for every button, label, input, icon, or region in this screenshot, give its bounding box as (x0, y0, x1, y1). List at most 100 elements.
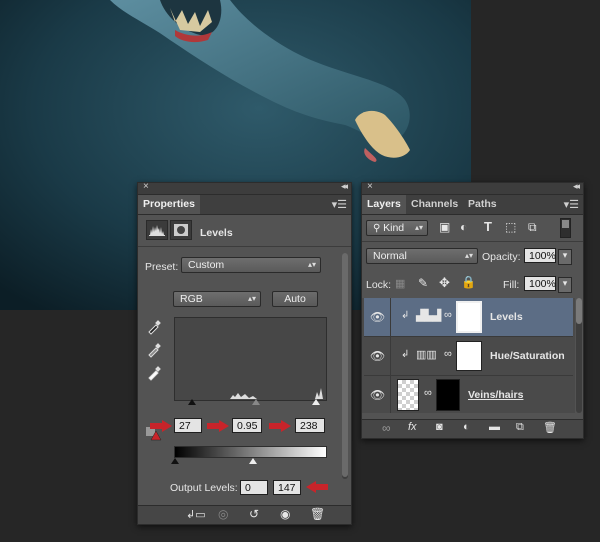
lock-all-icon[interactable]: 🔒 (461, 275, 476, 289)
new-layer-icon[interactable]: ⧉ (516, 421, 524, 434)
shadow-slider-handle[interactable] (188, 399, 196, 405)
adjustment-title: Levels (200, 227, 233, 239)
input-midtone-field[interactable]: 0.95 (232, 418, 262, 433)
layer-row-levels[interactable]: 👁 ↲ ▟▙▟ ∞ Levels (364, 298, 573, 337)
fx-icon[interactable]: fx (408, 421, 417, 433)
smartobject-filter-icon[interactable]: ⧉ (528, 220, 537, 235)
lock-transparency-icon[interactable]: ▦ (395, 277, 405, 290)
fill-field[interactable]: 100% (524, 276, 556, 291)
tab-paths[interactable]: Paths (463, 195, 502, 214)
group-folder-icon[interactable]: ▬ (489, 421, 500, 433)
output-white-field[interactable]: 147 (273, 480, 301, 495)
updown-arrow-icon: ▴▾ (307, 260, 316, 269)
layer-thumbnail[interactable] (397, 379, 419, 411)
scrollbar-thumb[interactable] (342, 253, 348, 477)
tab-layers[interactable]: Layers (362, 195, 406, 214)
collapse-icon[interactable]: ◂◂ (341, 181, 348, 192)
scrollbar-thumb[interactable] (576, 298, 582, 324)
input-highlight-field[interactable]: 238 (295, 418, 325, 433)
opacity-field[interactable]: 100% (524, 248, 556, 263)
output-white-handle[interactable] (249, 458, 257, 464)
divider (138, 246, 351, 247)
arrow-pointer-icon (269, 420, 291, 432)
properties-panel: × ◂◂ Properties ▾☰ Levels Preset: Custom… (137, 181, 352, 525)
properties-footer: ↲▭ ◎ ↺ ◉ 🗑 (138, 505, 351, 524)
layer-mask-thumbnail[interactable] (456, 341, 482, 371)
collapse-icon[interactable]: ◂◂ (573, 181, 580, 192)
visibility-eye-icon[interactable]: 👁 (370, 388, 385, 402)
close-icon[interactable]: × (367, 181, 373, 192)
fill-label: Fill: (503, 279, 520, 291)
filter-kind-dropdown[interactable]: ⚲ Kind ▴▾ (366, 220, 428, 236)
updown-arrow-icon: ▴▾ (464, 251, 473, 260)
channel-dropdown[interactable]: RGB ▴▾ (173, 291, 261, 307)
input-shadow-field[interactable]: 27 (174, 418, 202, 433)
mask-icon[interactable] (170, 220, 192, 240)
filter-toggle[interactable] (560, 218, 571, 238)
clip-to-layer-icon[interactable]: ↲▭ (186, 508, 206, 521)
clip-arrow-icon: ↲ (401, 349, 410, 360)
close-icon[interactable]: × (143, 181, 149, 192)
levels-adjustment-icon[interactable] (146, 220, 168, 240)
add-mask-icon[interactable]: ◙ (436, 421, 443, 433)
chevron-down-icon[interactable]: ▾ (558, 249, 572, 265)
tab-channels[interactable]: Channels (406, 195, 463, 214)
layer-mask-thumbnail[interactable] (456, 301, 482, 333)
tab-properties[interactable]: Properties (138, 195, 200, 214)
reset-icon[interactable]: ↺ (249, 507, 259, 521)
layers-titlebar[interactable]: × ◂◂ (362, 181, 583, 195)
shape-filter-icon[interactable]: ⬚ (505, 220, 516, 234)
layers-panel: × ◂◂ Layers Channels Paths ▾☰ ⚲ Kind ▴▾ … (361, 181, 584, 439)
updown-arrow-icon: ▴▾ (414, 223, 423, 232)
highlight-slider-handle[interactable] (312, 399, 320, 405)
auto-button[interactable]: Auto (272, 291, 318, 307)
hue-saturation-layer-icon: ▥▥ (416, 349, 437, 361)
arrow-pointer-icon (207, 420, 229, 432)
adjustment-layer-icon[interactable]: ◐ (463, 421, 470, 433)
histogram (174, 317, 327, 401)
adjustment-filter-icon[interactable]: ◐ (460, 220, 467, 234)
layer-row-hue-saturation[interactable]: 👁 ↲ ▥▥ ∞ Hue/Saturation (364, 337, 573, 376)
clip-arrow-icon: ↲ (401, 310, 410, 321)
link-chain-icon: ∞ (424, 387, 432, 399)
chevron-down-icon[interactable]: ▾ (558, 277, 572, 293)
pixel-filter-icon[interactable]: ▣ (439, 220, 450, 234)
output-black-handle[interactable] (171, 458, 179, 464)
midtone-slider-handle[interactable] (252, 399, 260, 405)
panel-menu-icon[interactable]: ▾☰ (564, 198, 579, 211)
visibility-eye-icon[interactable]: 👁 (370, 349, 385, 363)
lock-image-icon[interactable]: ✎ (418, 276, 428, 290)
layer-row-veins-hairs[interactable]: 👁 ∞ Veins/hairs (364, 376, 573, 413)
layers-list: 👁 ↲ ▟▙▟ ∞ Levels 👁 ↲ ▥▥ ∞ Hue/Saturation… (362, 298, 575, 413)
properties-titlebar[interactable]: × ◂◂ (138, 181, 351, 195)
layer-name: Levels (490, 311, 523, 323)
blend-mode-dropdown[interactable]: Normal ▴▾ (366, 248, 478, 264)
link-chain-icon: ∞ (444, 309, 452, 321)
panel-menu-icon[interactable]: ▾☰ (332, 198, 347, 211)
channel-value: RGB (180, 293, 203, 305)
levels-layer-icon: ▟▙▟ (416, 310, 442, 322)
layers-scrollbar[interactable] (576, 298, 582, 413)
trash-icon[interactable]: 🗑 (543, 421, 557, 434)
divider (362, 241, 583, 242)
layers-footer: ∞ fx ◙ ◐ ▬ ⧉ 🗑 (362, 419, 583, 438)
properties-scrollbar[interactable] (342, 253, 348, 479)
gray-eyedropper-icon[interactable] (146, 342, 162, 358)
black-eyedropper-icon[interactable] (146, 319, 162, 335)
link-layers-icon[interactable]: ∞ (382, 421, 391, 435)
type-filter-icon[interactable]: T (484, 219, 492, 234)
view-previous-icon[interactable]: ◎ (218, 507, 228, 521)
white-eyedropper-icon[interactable] (146, 365, 162, 381)
arrow-pointer-icon (150, 420, 172, 432)
preset-label: Preset: (145, 261, 179, 273)
visibility-eye-icon[interactable]: 👁 (370, 310, 385, 324)
lock-position-icon[interactable]: ✥ (439, 275, 450, 291)
layer-name: Hue/Saturation (490, 350, 565, 362)
layer-name: Veins/hairs (468, 389, 524, 401)
output-black-field[interactable]: 0 (240, 480, 268, 495)
visibility-eye-icon[interactable]: ◉ (280, 507, 290, 521)
preset-dropdown[interactable]: Custom ▴▾ (181, 257, 321, 273)
layer-mask-thumbnail[interactable] (436, 379, 460, 411)
properties-tabrow: Properties ▾☰ (138, 195, 351, 215)
trash-icon[interactable]: 🗑 (310, 507, 325, 521)
